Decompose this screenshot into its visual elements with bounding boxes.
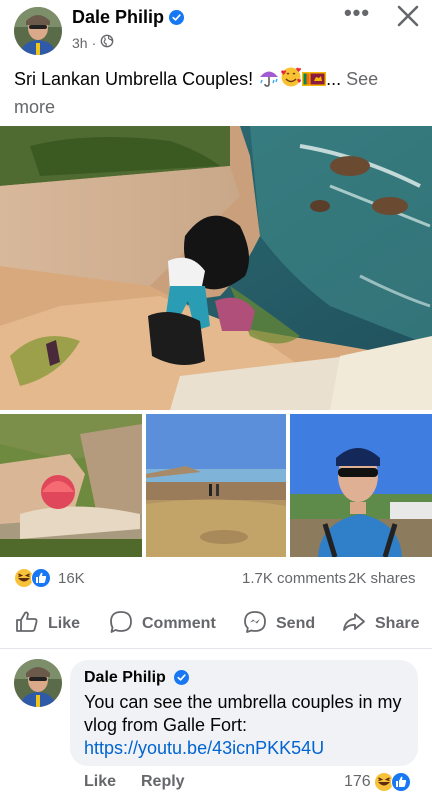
post-photo-3[interactable] bbox=[146, 414, 286, 557]
meta-separator: · bbox=[91, 34, 97, 51]
comment-body: You can see the umbrella couples in my v… bbox=[84, 692, 402, 735]
verified-badge-icon bbox=[169, 10, 184, 30]
umbrella-rain-emoji-icon bbox=[258, 66, 280, 95]
comment-reaction-count[interactable]: 176 bbox=[344, 773, 371, 791]
post-photo-main[interactable] bbox=[0, 126, 432, 410]
share-label: Share bbox=[375, 615, 420, 632]
reaction-count: 16K bbox=[58, 570, 85, 587]
comment-bubble-icon bbox=[108, 609, 134, 640]
post-actions: Like Comment Send Share bbox=[0, 606, 432, 642]
like-label: Like bbox=[48, 615, 81, 632]
messenger-icon bbox=[242, 609, 268, 640]
thumbs-up-icon bbox=[14, 609, 40, 640]
post-text: Sri Lankan Umbrella Couples! ... See mor… bbox=[14, 66, 414, 120]
comment-text: You can see the umbrella couples in my v… bbox=[84, 691, 404, 760]
commenter-name[interactable]: Dale Philip bbox=[84, 669, 166, 687]
author-name[interactable]: Dale Philip bbox=[72, 7, 164, 28]
post-ellipsis: ... bbox=[326, 69, 342, 89]
comment-reactions[interactable] bbox=[374, 771, 412, 798]
comment-label: Comment bbox=[142, 615, 216, 632]
comment-bubble: Dale Philip You can see the umbrella cou… bbox=[70, 660, 418, 766]
send-label: Send bbox=[276, 615, 316, 632]
smiling-face-with-hearts-emoji-icon bbox=[280, 66, 302, 95]
globe-icon bbox=[100, 34, 114, 51]
commenter-avatar[interactable] bbox=[14, 659, 62, 707]
post-meta: 3h · bbox=[72, 34, 114, 51]
reactions-summary[interactable]: 16K 1.7K comments 2K shares bbox=[14, 566, 418, 590]
comment-reply-button[interactable]: Reply bbox=[141, 773, 185, 791]
post-photo-4[interactable] bbox=[290, 414, 432, 557]
section-divider bbox=[0, 648, 432, 649]
sri-lanka-flag-icon bbox=[302, 70, 327, 95]
close-icon[interactable] bbox=[394, 2, 422, 30]
comment-actions: Like Reply 176 bbox=[84, 771, 424, 798]
like-button[interactable]: Like bbox=[14, 606, 80, 642]
share-arrow-icon bbox=[341, 609, 367, 640]
comments-count[interactable]: 1.7K comments bbox=[242, 570, 346, 587]
send-button[interactable]: Send bbox=[242, 606, 315, 642]
post-caption: Sri Lankan Umbrella Couples! bbox=[14, 69, 259, 89]
comment-button[interactable]: Comment bbox=[108, 606, 216, 642]
shares-count[interactable]: 2K shares bbox=[348, 570, 416, 587]
more-options-button[interactable]: ••• bbox=[340, 2, 374, 28]
verified-badge-icon bbox=[174, 670, 189, 690]
post-time[interactable]: 3h bbox=[72, 35, 88, 51]
post-header: Dale Philip 3h · ••• bbox=[0, 0, 432, 60]
comment-link[interactable]: https://youtu.be/43icnPKK54U bbox=[84, 738, 324, 758]
post-photo-2[interactable] bbox=[0, 414, 142, 557]
like-reaction-icon bbox=[31, 568, 51, 593]
share-button[interactable]: Share bbox=[341, 606, 419, 642]
author-avatar[interactable] bbox=[14, 7, 62, 55]
comment-like-button[interactable]: Like bbox=[84, 773, 116, 791]
